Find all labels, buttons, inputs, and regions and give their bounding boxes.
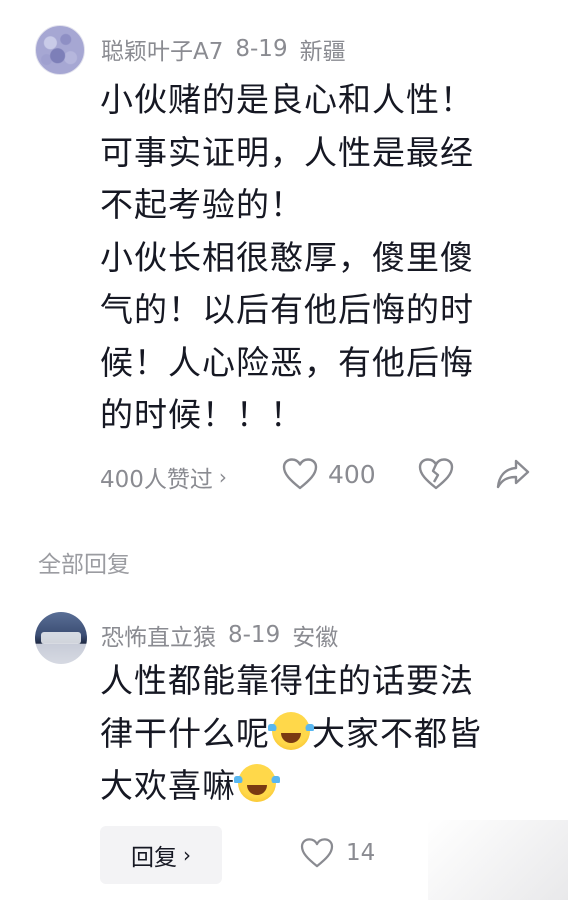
comment-line: 可事实证明，人性是最经 xyxy=(100,132,474,172)
reply-text: 人性都能靠得住的话要法 律干什么呢 大家不都皆 大欢喜嘛 xyxy=(100,655,540,813)
username[interactable]: 恐怖直立猿 xyxy=(101,618,216,652)
chevron-right-icon: › xyxy=(183,843,191,867)
likes-summary-link[interactable]: 400人赞过 › xyxy=(100,460,227,494)
chevron-right-icon: › xyxy=(218,465,227,489)
comment-line: 的时候！！！ xyxy=(100,395,304,434)
comment-date: 8-19 xyxy=(235,36,288,62)
heart-icon xyxy=(300,838,334,868)
broken-heart-icon xyxy=(418,458,454,490)
comment-line: 气的！以后有他后悔的时 xyxy=(100,290,474,329)
reply-meta: 恐怖直立猿 8-19 安徽 xyxy=(101,618,338,652)
reply-line-segment: 律干什么呢 xyxy=(100,713,270,753)
all-replies-label: 全部回复 xyxy=(38,552,130,578)
reply-label: 回复 xyxy=(131,845,177,871)
comment-line: 小伙长相很憨厚，傻里傻 xyxy=(100,237,474,277)
share-button[interactable] xyxy=(495,458,531,490)
like-count: 14 xyxy=(346,840,376,866)
reply-location: 安徽 xyxy=(292,625,339,651)
dislike-button[interactable] xyxy=(418,458,454,490)
reply-line: 人性都能靠得住的话要法 xyxy=(100,661,474,700)
reply-line-segment: 大家不都皆 xyxy=(312,713,482,753)
comment-text: 小伙赌的是良心和人性！ 可事实证明，人性是最经 不起考验的！ 小伙长相很憨厚，傻… xyxy=(100,74,540,442)
like-button[interactable]: 14 xyxy=(300,838,375,868)
avatar[interactable] xyxy=(35,612,87,664)
comment-line: 不起考验的！ xyxy=(100,185,304,224)
comment-line: 候！人心险恶，有他后悔 xyxy=(100,342,474,382)
heart-icon xyxy=(282,458,318,490)
reply-line-segment: 大欢喜嘛 xyxy=(100,766,236,805)
reply-button[interactable]: 回复 › xyxy=(100,826,222,884)
reply-line: 律干什么呢 大家不都皆 xyxy=(100,708,540,761)
like-count: 400 xyxy=(328,459,376,489)
username[interactable]: 聪颖叶子A7 xyxy=(101,32,223,66)
avatar[interactable] xyxy=(35,25,85,75)
comment-thread: 聪颖叶子A7 8-19 新疆 小伙赌的是良心和人性！ 可事实证明，人性是最经 不… xyxy=(0,0,568,900)
share-icon xyxy=(495,458,531,490)
comment-location: 新疆 xyxy=(299,39,346,65)
comment-line: 小伙赌的是良心和人性！ xyxy=(100,80,474,119)
laugh-cry-emoji-icon xyxy=(268,711,314,750)
reply-date: 8-19 xyxy=(228,622,281,648)
watermark-fade xyxy=(428,820,568,900)
laugh-cry-emoji-icon xyxy=(234,764,280,802)
reply-line: 大欢喜嘛 xyxy=(100,760,540,813)
comment-meta: 聪颖叶子A7 8-19 新疆 xyxy=(101,32,346,66)
likes-summary: 400人赞过 xyxy=(100,467,213,493)
like-button[interactable]: 400 xyxy=(282,458,376,490)
